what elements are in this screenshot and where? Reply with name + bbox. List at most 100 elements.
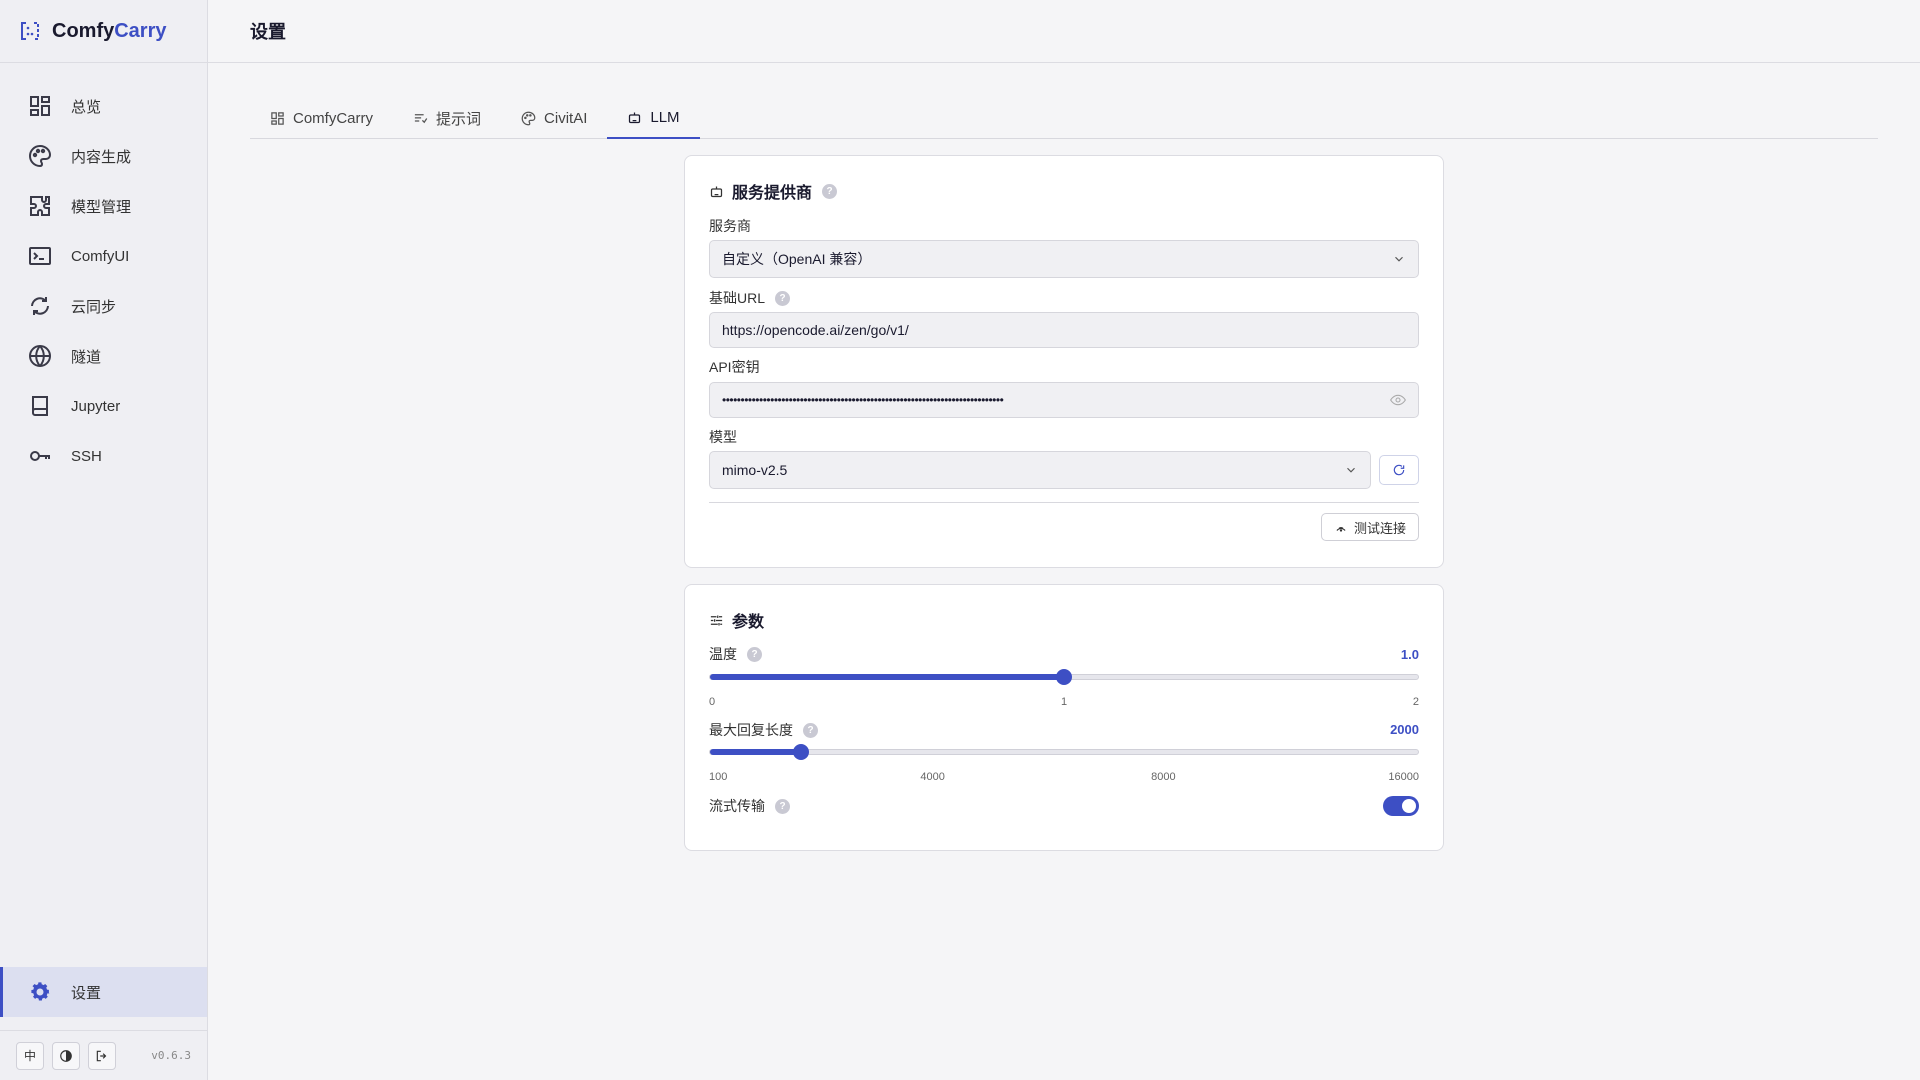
tab-comfycarry[interactable]: ComfyCarry	[250, 98, 393, 139]
help-icon[interactable]: ?	[747, 646, 762, 662]
logout-button[interactable]	[88, 1041, 116, 1070]
tab-llm[interactable]: LLM	[607, 98, 700, 139]
model-select[interactable]: mimo-v2.5	[709, 451, 1371, 489]
settings-tabs: ComfyCarry 提示词 CivitAI LLM	[250, 98, 1878, 139]
tick-label: 2	[1412, 696, 1419, 708]
help-icon[interactable]: ?	[803, 722, 818, 738]
card-title: 参数	[709, 609, 1419, 631]
sidebar-item-models[interactable]: 模型管理	[0, 181, 207, 231]
logout-icon	[96, 1050, 107, 1061]
sidebar-item-label: 隧道	[71, 348, 102, 366]
stream-toggle[interactable]	[1383, 796, 1419, 816]
provider-card: 服务提供商 ? 服务商 自定义（OpenAI 兼容） 基础URL ? https…	[684, 155, 1444, 568]
api-key-input[interactable]: ••••••••••••••••••••••••••••••••••••••••…	[709, 382, 1419, 418]
stream-label: 流式传输 ?	[709, 796, 790, 816]
key-icon	[28, 444, 52, 468]
service-select[interactable]: 自定义（OpenAI 兼容）	[709, 240, 1419, 278]
slider-fill	[710, 749, 801, 755]
model-label: 模型	[709, 429, 737, 445]
sidebar-item-label: 总览	[71, 98, 102, 116]
gear-icon	[28, 980, 52, 1004]
refresh-models-button[interactable]	[1379, 455, 1419, 485]
service-label: 服务商	[709, 218, 751, 234]
card-title: 服务提供商 ?	[709, 180, 1419, 202]
tick-label: 1	[1060, 696, 1068, 708]
sidebar-item-jupyter[interactable]: Jupyter	[0, 381, 207, 431]
slider-fill	[710, 674, 1064, 680]
slider-thumb[interactable]	[1056, 669, 1072, 685]
tab-civitai[interactable]: CivitAI	[501, 98, 607, 139]
api-key-label: API密钥	[709, 359, 760, 375]
tick-label: 100	[709, 771, 728, 783]
tab-prompts[interactable]: 提示词	[393, 98, 501, 139]
sidebar-item-overview[interactable]: 总览	[0, 81, 207, 131]
sidebar-item-label: 设置	[71, 984, 102, 1002]
sidebar-item-generation[interactable]: 内容生成	[0, 131, 207, 181]
language-button[interactable]: 中	[16, 1041, 44, 1070]
sidebar-item-settings[interactable]: 设置	[0, 967, 207, 1017]
max-tokens-value: 2000	[1390, 722, 1419, 737]
tab-label: ComfyCarry	[293, 110, 374, 127]
temperature-slider[interactable]	[709, 669, 1419, 685]
test-connection-button[interactable]: 测试连接	[1320, 513, 1419, 541]
tab-label: 提示词	[436, 111, 482, 128]
puzzle-icon	[28, 194, 52, 218]
base-url-input[interactable]: https://opencode.ai/zen/go/v1/	[709, 312, 1419, 348]
logo-icon	[21, 22, 39, 40]
slider-track	[709, 744, 1419, 760]
sync-icon	[28, 294, 52, 318]
page-header: 设置	[208, 0, 1920, 63]
sidebar-item-cloud-sync[interactable]: 云同步	[0, 281, 207, 331]
sidebar-item-tunnel[interactable]: 隧道	[0, 331, 207, 381]
help-icon[interactable]: ?	[775, 290, 791, 306]
chevron-down-icon	[1347, 467, 1355, 473]
base-url-label: 基础URL ?	[709, 288, 791, 308]
refresh-icon	[1393, 464, 1405, 476]
params-card: 参数 温度 ? 1.0 0 1 2 最大回复长度 ? 2000 100 4000…	[684, 584, 1444, 851]
robot-icon	[629, 112, 641, 124]
temperature-ticks: 0 1 2	[709, 696, 1419, 710]
temperature-value: 1.0	[1400, 647, 1419, 662]
max-tokens-label: 最大回复长度 ?	[709, 720, 818, 740]
tick-label: 4000	[920, 771, 945, 783]
max-tokens-slider[interactable]	[709, 744, 1419, 760]
help-icon[interactable]: ?	[775, 798, 790, 814]
sidebar-item-label: 模型管理	[71, 198, 132, 216]
sidebar-item-label: 云同步	[71, 298, 117, 316]
sidebar-item-label: ComfyUI	[71, 247, 130, 265]
grid-icon	[271, 112, 284, 125]
sliders-icon	[710, 615, 723, 625]
signal-icon	[1336, 527, 1346, 532]
sidebar-nav: 总览 内容生成 模型管理 ComfyUI 云同步 隧道 Jupyter SSH	[0, 63, 207, 481]
help-icon[interactable]: ?	[822, 183, 838, 199]
sidebar-item-ssh[interactable]: SSH	[0, 431, 207, 481]
sidebar-item-label: Jupyter	[71, 397, 121, 415]
globe-icon	[28, 344, 52, 368]
sidebar-item-comfyui[interactable]: ComfyUI	[0, 231, 207, 281]
eye-icon[interactable]	[1390, 392, 1406, 408]
temperature-label: 温度 ?	[709, 644, 762, 664]
brand-name: ComfyCarry	[52, 19, 167, 42]
robot-icon	[710, 186, 723, 197]
brand[interactable]: ComfyCarry	[0, 0, 207, 63]
sidebar-item-label: 内容生成	[71, 148, 132, 166]
slider-track	[709, 669, 1419, 685]
tab-label: CivitAI	[544, 110, 588, 127]
page-title: 设置	[250, 22, 286, 42]
tick-label: 16000	[1388, 771, 1419, 783]
sidebar: ComfyCarry 总览 内容生成 模型管理 ComfyUI 云同步 隧道 J…	[0, 0, 208, 1080]
max-tokens-ticks: 100 4000 8000 16000	[709, 771, 1419, 785]
sidebar-item-label: SSH	[71, 447, 102, 465]
prompt-icon	[414, 114, 428, 124]
chevron-down-icon	[1395, 256, 1403, 262]
contrast-icon	[60, 1049, 72, 1062]
tick-label: 8000	[1151, 771, 1176, 783]
tick-label: 0	[709, 696, 716, 708]
terminal-icon	[28, 244, 52, 268]
palette-icon	[28, 144, 52, 168]
book-icon	[28, 394, 52, 418]
slider-thumb[interactable]	[792, 744, 809, 760]
version-label: v0.6.3	[151, 1049, 191, 1062]
theme-toggle-button[interactable]	[52, 1041, 80, 1070]
sidebar-footer: 中 v0.6.3	[0, 1030, 207, 1080]
